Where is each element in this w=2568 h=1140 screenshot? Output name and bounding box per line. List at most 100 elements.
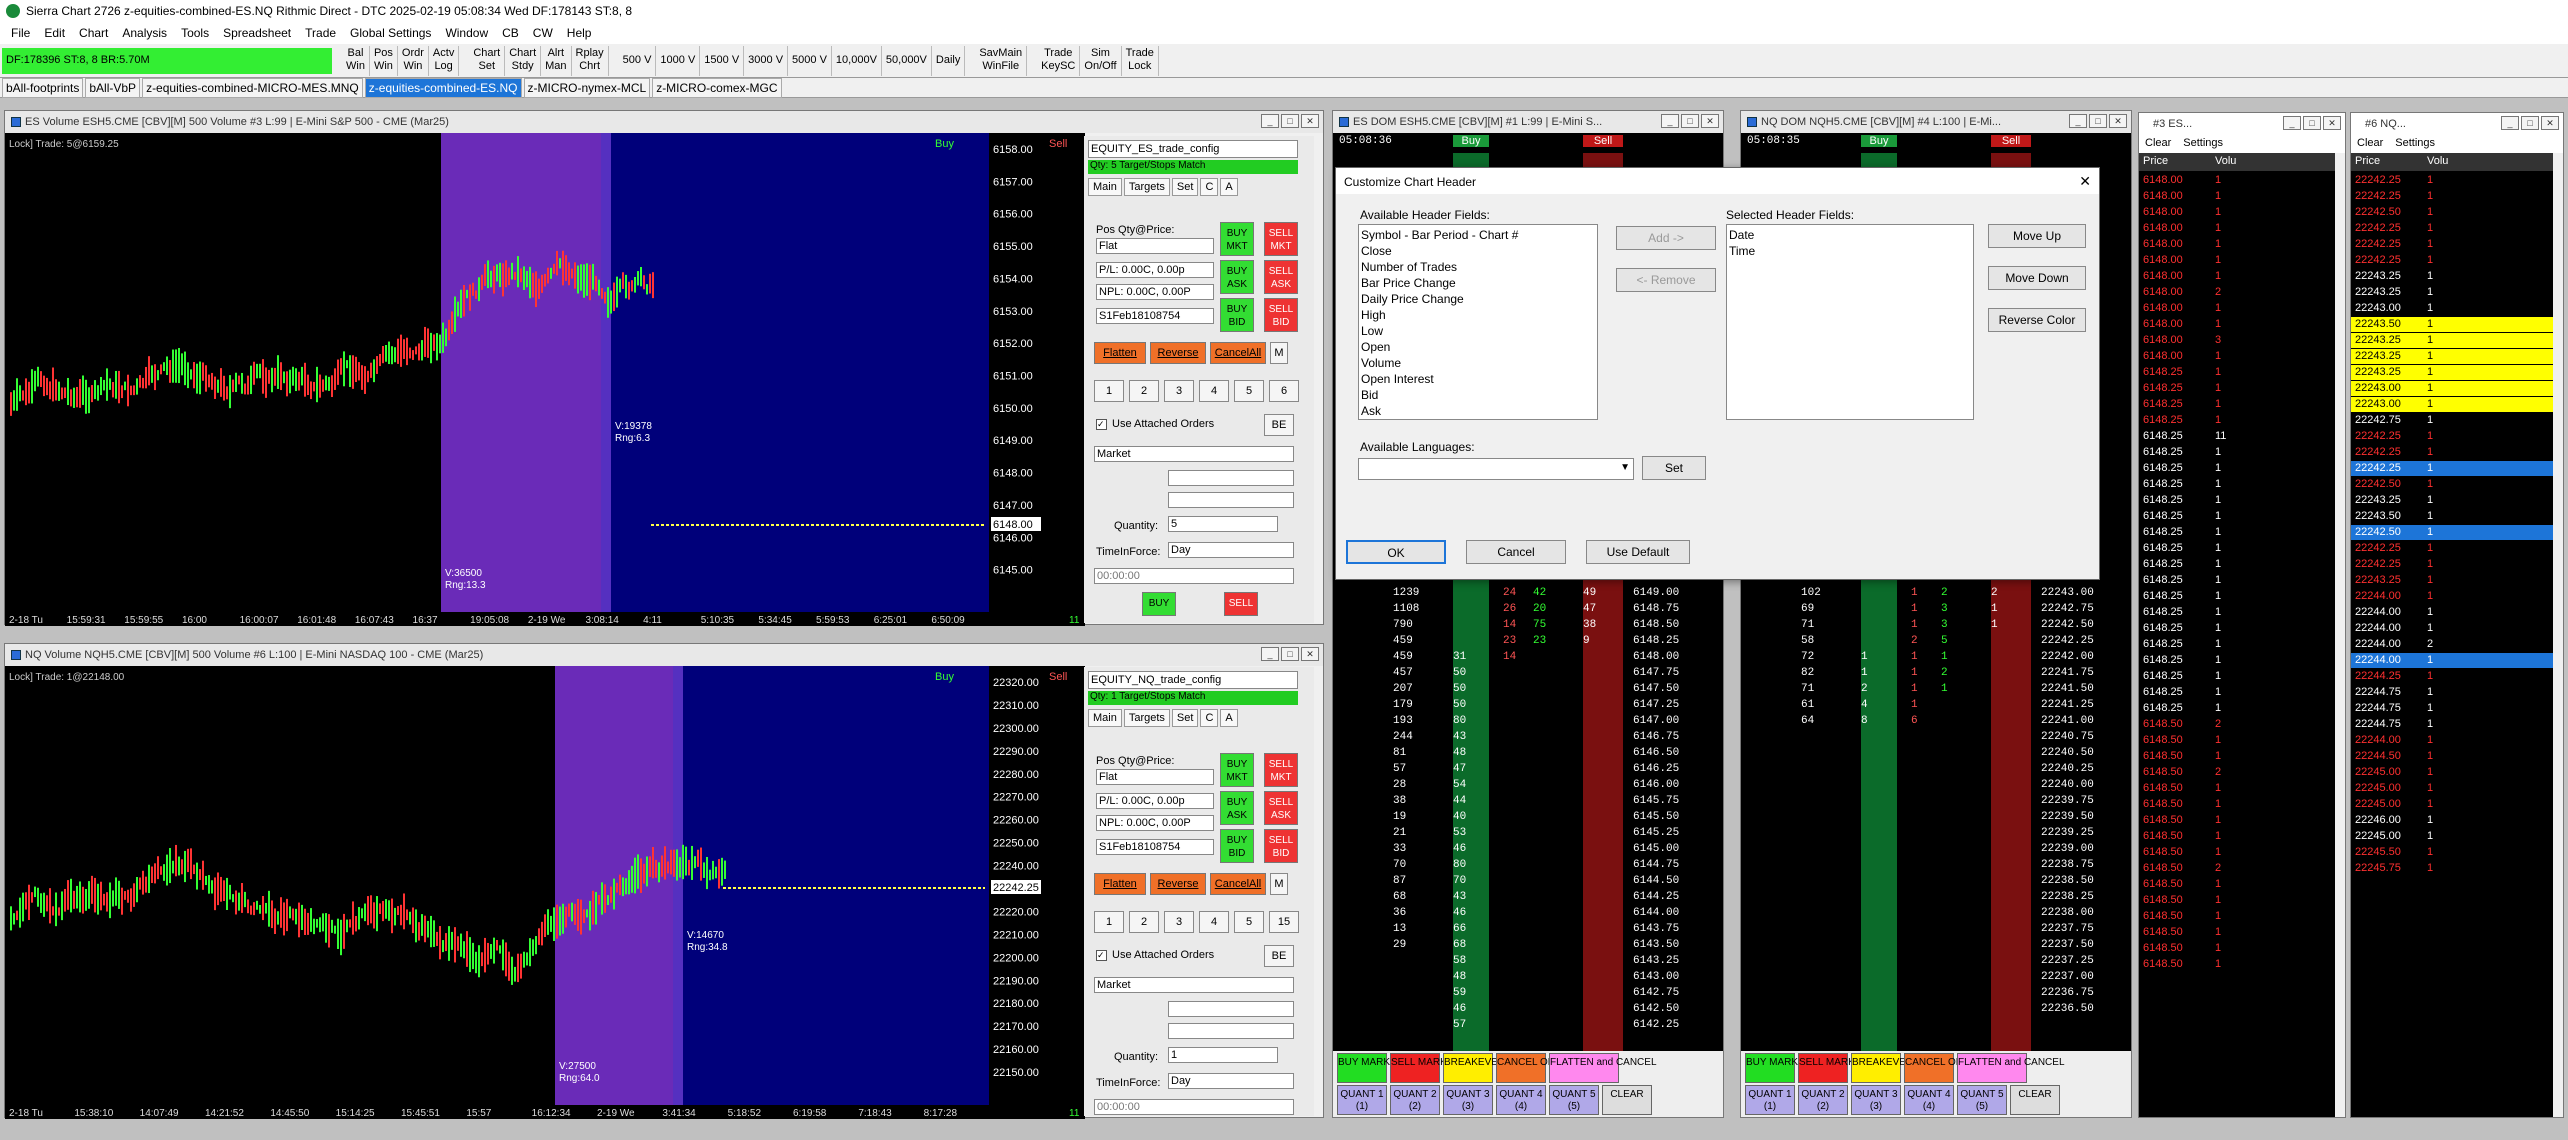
quantity-preset-button[interactable]: 2 <box>1129 911 1159 933</box>
dom-row[interactable]: 68 43 6144.25 <box>1333 891 1723 907</box>
dom-footer-button[interactable]: CANCEL ORDERS <box>1904 1053 1991 1083</box>
minimize-icon[interactable]: _ <box>1661 114 1679 128</box>
dom-footer-button[interactable]: QUANT 5 (5) <box>1957 1085 2007 1115</box>
toolbar-button[interactable]: Chart Set <box>469 45 506 76</box>
dom-footer-button[interactable]: QUANT 3 (3) <box>1443 1085 1493 1115</box>
close-icon[interactable]: ✕ <box>2541 116 2559 130</box>
quantity-preset-button[interactable]: 1 <box>1094 911 1124 933</box>
empty-select[interactable] <box>1168 470 1294 486</box>
available-field-item[interactable]: Open <box>1361 339 1595 355</box>
quantity-preset-button[interactable]: 4 <box>1199 911 1229 933</box>
empty-select[interactable] <box>1168 1023 1294 1039</box>
dom-row[interactable]: 36 46 6144.00 <box>1333 907 1723 923</box>
dom-row[interactable]: 22238.25 <box>1741 891 2131 907</box>
dom-row[interactable]: 58 2 5 22242.25 <box>1741 635 2131 651</box>
dom-row[interactable]: 71 2 1 1 22241.50 <box>1741 683 2131 699</box>
buy-ask-button[interactable]: BUY ASK <box>1220 791 1254 825</box>
toolbar-button[interactable]: Sim On/Off <box>1080 45 1122 76</box>
quantity-field[interactable]: 1 <box>1168 1047 1278 1063</box>
quantity-preset-button[interactable]: 1 <box>1094 380 1124 402</box>
nq-chart-plot[interactable]: 22320.00 22310.00 22300.00 22290.00 22280.00… <box>5 666 1085 1119</box>
toolbar-button[interactable]: Chart Stdy <box>505 45 542 76</box>
close-icon[interactable]: ✕ <box>2323 116 2341 130</box>
close-icon[interactable]: ✕ <box>1301 647 1319 661</box>
dom-row[interactable]: 61 4 1 22241.25 <box>1741 699 2131 715</box>
dom-footer-button[interactable]: QUANT 1 (1) <box>1337 1085 1387 1115</box>
available-field-item[interactable]: Close <box>1361 243 1595 259</box>
sell-bid-button[interactable]: SELL BID <box>1264 298 1298 332</box>
quantity-preset-button[interactable]: 2 <box>1129 380 1159 402</box>
dom-row[interactable]: 459 31 14 6148.00 <box>1333 651 1723 667</box>
selected-field-item[interactable]: Date <box>1729 227 1971 243</box>
dom-row[interactable]: 457 50 6147.75 <box>1333 667 1723 683</box>
dom-row[interactable]: 22239.00 <box>1741 843 2131 859</box>
dom-row[interactable]: 1108 26 20 47 6148.75 <box>1333 603 1723 619</box>
dom-row[interactable]: 29 68 6143.50 <box>1333 939 1723 955</box>
be-button[interactable]: BE <box>1264 414 1294 436</box>
toolbar-button[interactable]: Pos Win <box>369 45 398 76</box>
quantity-preset-button[interactable]: 3 <box>1164 911 1194 933</box>
available-field-item[interactable]: Bid <box>1361 387 1595 403</box>
toolbar-button[interactable]: Ordr Win <box>397 45 429 76</box>
order-type-select[interactable]: Market <box>1094 977 1294 993</box>
time-field[interactable]: 00:00:00 <box>1094 1099 1294 1115</box>
checkbox-icon[interactable]: ✓ <box>1096 419 1107 430</box>
dom-row[interactable]: 22237.75 <box>1741 923 2131 939</box>
quantity-preset-button[interactable]: 6 <box>1269 380 1299 402</box>
selected-field-item[interactable]: Time <box>1729 243 1971 259</box>
available-field-item[interactable]: Open Interest <box>1361 371 1595 387</box>
maximize-icon[interactable]: □ <box>1281 114 1299 128</box>
buy-button[interactable]: BUY <box>1142 592 1176 616</box>
account-select[interactable]: S1Feb18108754 <box>1096 839 1214 855</box>
buy-market-button[interactable]: BUY MKT <box>1220 222 1254 256</box>
dom-row[interactable]: 22237.25 <box>1741 955 2131 971</box>
toolbar-button[interactable]: Bal Win <box>342 45 370 76</box>
cancel-all-button[interactable]: CancelAll <box>1210 342 1266 364</box>
checkbox-icon[interactable]: ✓ <box>1096 950 1107 961</box>
dom-row[interactable]: 70 80 6144.75 <box>1333 859 1723 875</box>
dom-footer-button[interactable]: BUY MARKET <box>1337 1053 1403 1083</box>
trade-config-select[interactable]: EQUITY_NQ_trade_config <box>1088 671 1298 689</box>
dom-row[interactable]: 71 1 3 1 22242.50 <box>1741 619 2131 635</box>
dom-row[interactable]: 48 6143.00 <box>1333 971 1723 987</box>
minimize-icon[interactable]: _ <box>2069 114 2087 128</box>
maximize-icon[interactable]: □ <box>2089 114 2107 128</box>
cancel-all-button[interactable]: CancelAll <box>1210 873 1266 895</box>
use-default-button[interactable]: Use Default <box>1586 540 1690 564</box>
dom-footer-button[interactable]: BREAKEVEN <box>1443 1053 1505 1083</box>
add-button[interactable]: Add -> <box>1616 226 1716 250</box>
chartbook-tab[interactable]: z-MICRO-nymex-MCL <box>523 77 651 98</box>
menu-item[interactable]: CW <box>526 26 560 40</box>
set-button[interactable]: Set <box>1642 456 1706 480</box>
toolbar-button[interactable]: Daily <box>931 45 966 76</box>
menu-item[interactable]: Analysis <box>115 26 174 40</box>
trade-tab[interactable]: Main <box>1088 178 1122 196</box>
chartbook-tab[interactable]: z-MICRO-comex-MGC <box>652 77 782 98</box>
dom-row[interactable]: 46 6142.50 <box>1333 1003 1723 1019</box>
dom-row[interactable]: 87 70 6144.50 <box>1333 875 1723 891</box>
ts-settings-button[interactable]: Settings <box>2183 137 2223 151</box>
dom-footer-button[interactable]: BREAKEVEN <box>1851 1053 1913 1083</box>
be-button[interactable]: BE <box>1264 945 1294 967</box>
sell-button[interactable]: SELL <box>1224 592 1258 616</box>
close-icon[interactable]: ✕ <box>2109 114 2127 128</box>
sell-bid-button[interactable]: SELL BID <box>1264 829 1298 863</box>
dom-row[interactable]: 22238.00 <box>1741 907 2131 923</box>
menu-item[interactable]: Edit <box>37 26 72 40</box>
sell-ask-button[interactable]: SELL ASK <box>1264 791 1298 825</box>
dom-row[interactable]: 28 54 6146.00 <box>1333 779 1723 795</box>
dom-footer-button[interactable]: FLATTEN and CANCEL <box>1549 1053 1657 1083</box>
dom-row[interactable]: 22238.75 <box>1741 859 2131 875</box>
available-field-item[interactable]: Daily Price Change <box>1361 291 1595 307</box>
remove-button[interactable]: <- Remove <box>1616 268 1716 292</box>
minimize-icon[interactable]: _ <box>1261 647 1279 661</box>
tif-select[interactable]: Day <box>1168 1073 1294 1089</box>
account-select[interactable]: S1Feb18108754 <box>1096 308 1214 324</box>
quantity-preset-button[interactable]: 4 <box>1199 380 1229 402</box>
es-chart-plot[interactable]: 6158.00 6157.00 6156.00 6155.00 6154.00 6153.… <box>5 133 1085 626</box>
dom-row[interactable]: 22236.75 <box>1741 987 2131 1003</box>
quantity-preset-button[interactable]: 5 <box>1234 380 1264 402</box>
menu-item[interactable]: Window <box>438 26 495 40</box>
dom-footer-button[interactable]: QUANT 2 (2) <box>1798 1085 1848 1115</box>
dom-row[interactable]: 13 66 6143.75 <box>1333 923 1723 939</box>
